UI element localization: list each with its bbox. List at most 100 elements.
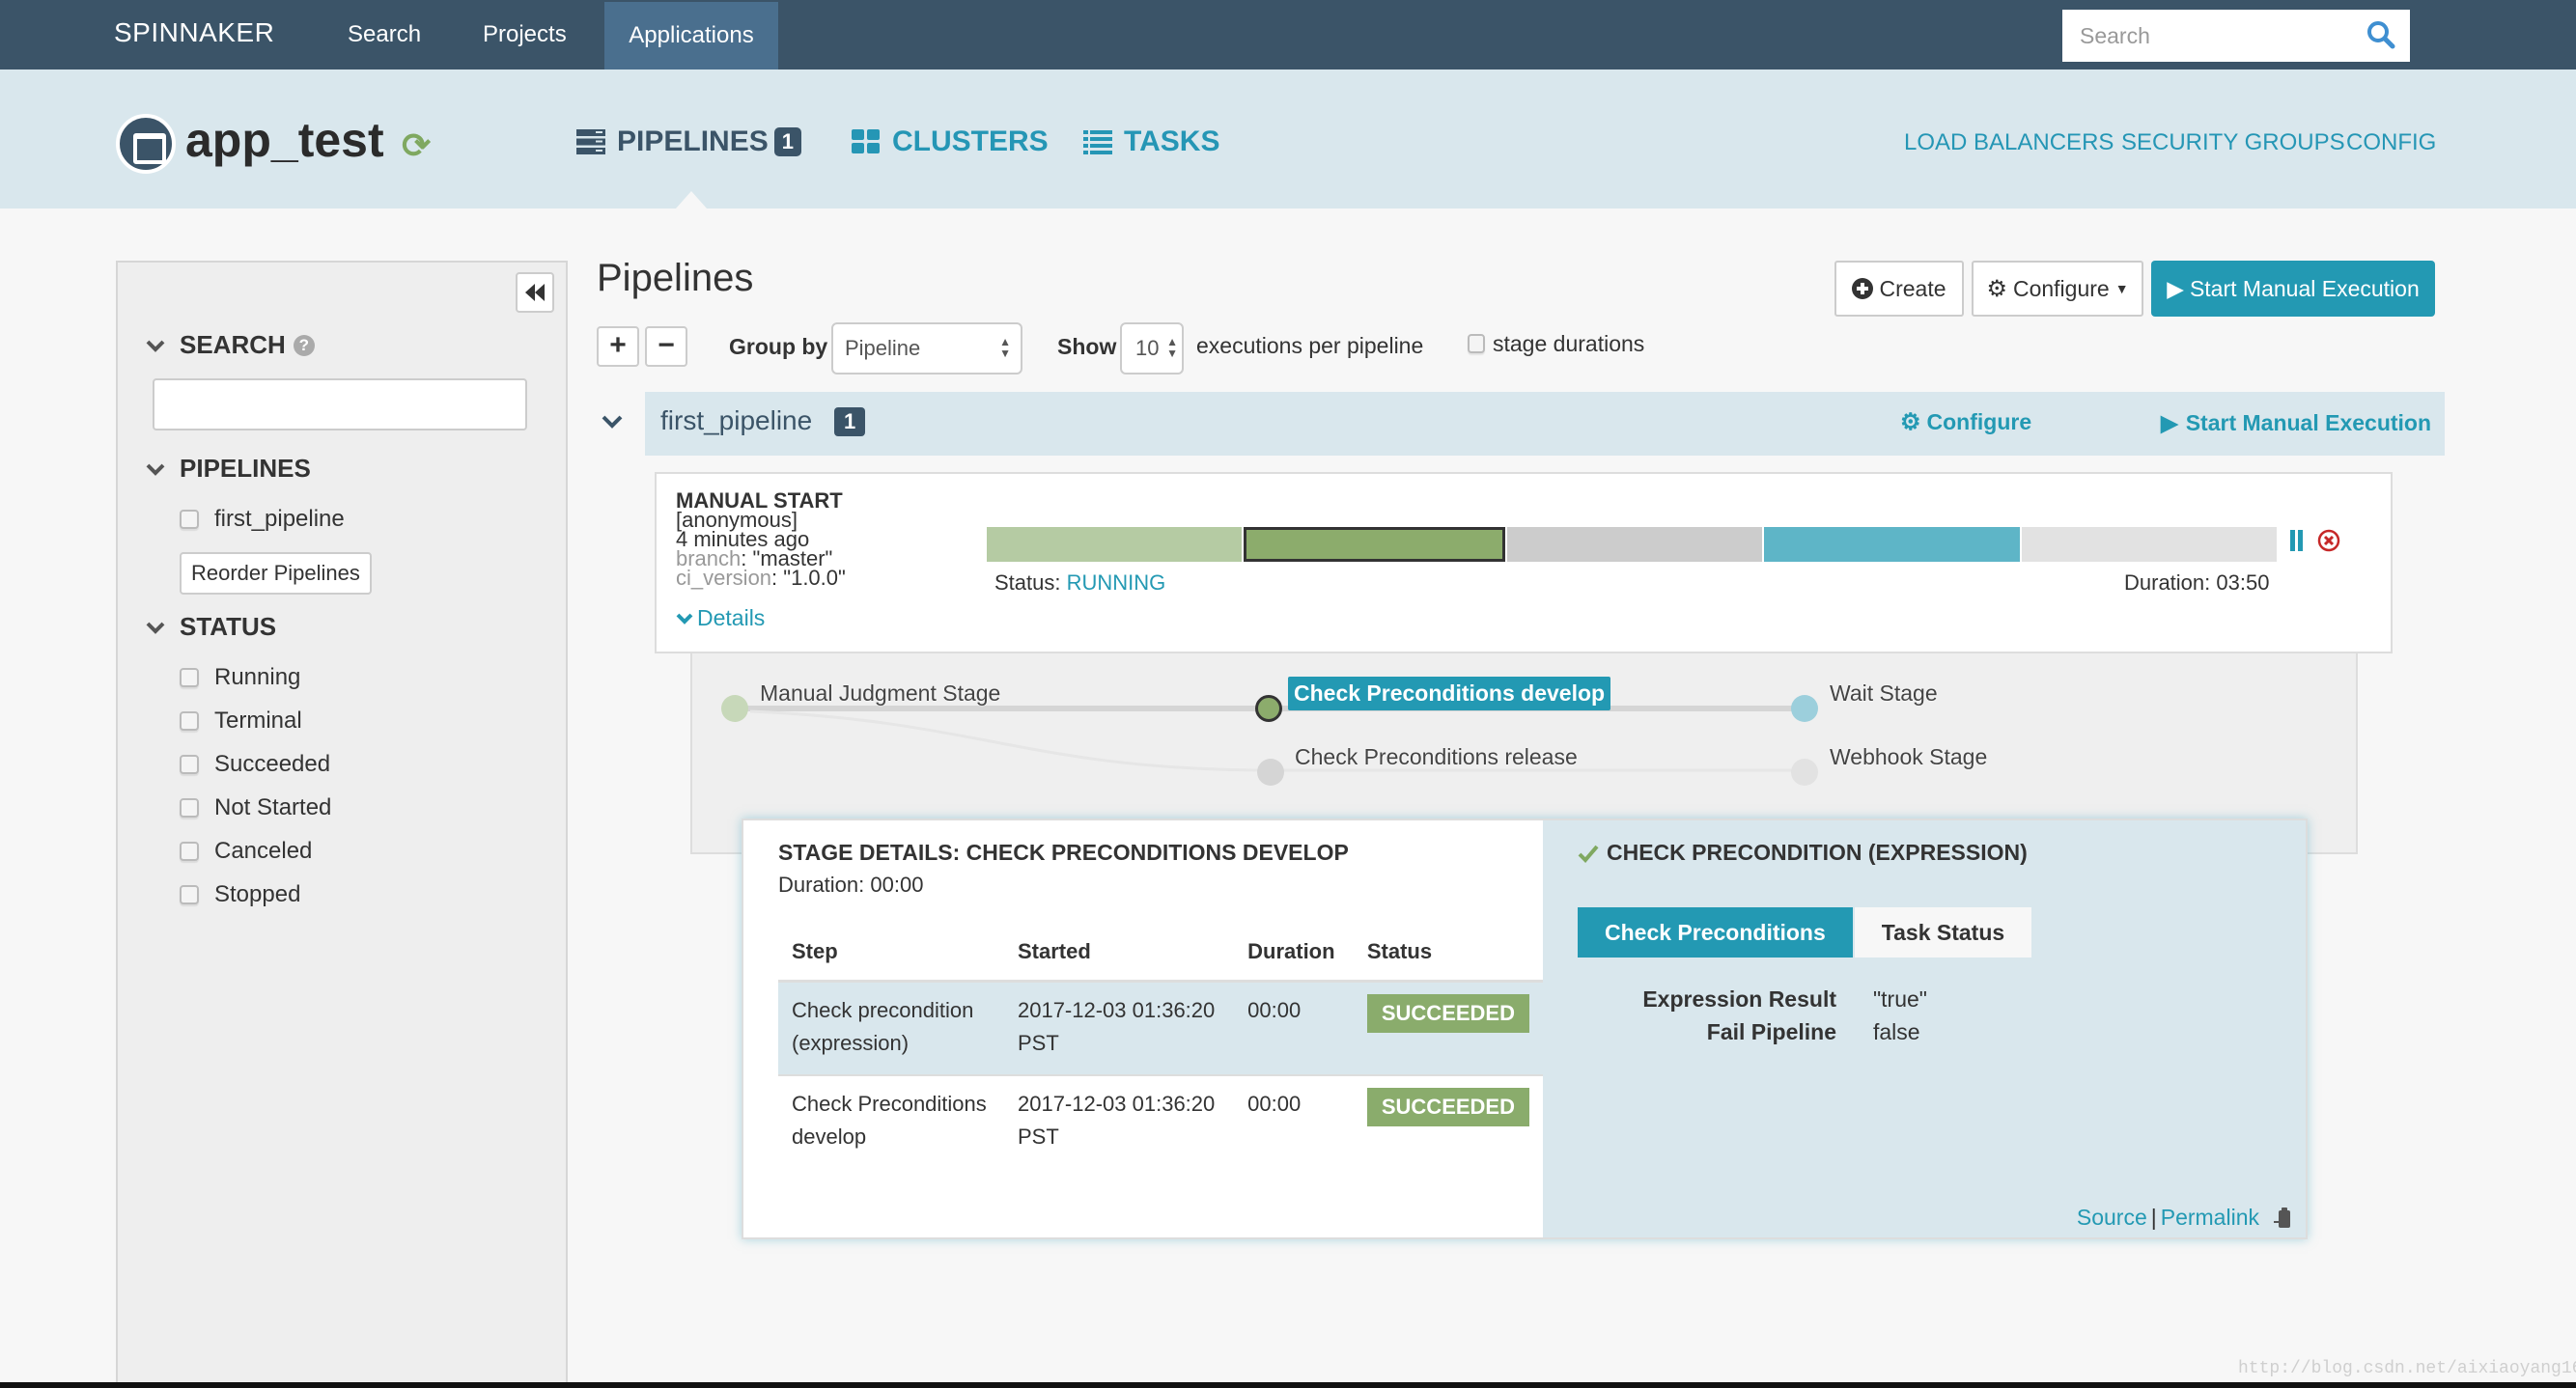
status-heading: STATUS [180,612,277,641]
link-security-groups[interactable]: SECURITY GROUPS [2121,129,2345,156]
stage-segment[interactable] [987,527,1243,562]
graph-node[interactable] [1791,759,1818,786]
tab-check-preconditions[interactable]: Check Preconditions [1578,907,1853,958]
stage-segment[interactable] [1244,527,1505,562]
param-key: ci_version [676,566,772,590]
tab-clusters[interactable]: CLUSTERS [852,125,1049,158]
stage-details-duration: Duration: 00:00 [778,873,924,897]
create-pipeline-button[interactable]: Create [1834,261,1964,317]
status-section-header[interactable]: STATUS [145,612,276,642]
nav-link-projects[interactable]: Projects [458,0,592,69]
execution-card: MANUAL START [anonymous] 4 minutes ago b… [655,472,2393,653]
step-started: 2017-12-03 01:36:20 PST [1003,981,1235,1076]
checkbox[interactable] [180,668,199,687]
graph-node-label[interactable]: Webhook Stage [1830,744,1987,770]
execution-status: Status: RUNNING [994,570,1165,596]
checkbox[interactable] [180,842,199,861]
execution-details-toggle[interactable]: Details [676,605,765,631]
nav-link-applications[interactable]: Applications [604,2,778,69]
tab-tasks[interactable]: TASKS [1083,125,1219,158]
pipeline-configure-link[interactable]: ⚙ Configure [1900,408,2031,436]
tab-task-status[interactable]: Task Status [1854,907,2032,958]
cancel-circle-icon[interactable] [2317,529,2340,552]
details-links: Source | Permalink [2077,1205,2294,1231]
search-icon[interactable] [2366,19,2396,50]
link-separator: | [2150,1205,2157,1230]
source-link[interactable]: Source [2077,1205,2147,1231]
double-chevron-left-icon [525,284,545,301]
param-value: : "1.0.0" [771,566,846,590]
pipeline-name[interactable]: first_pipeline [660,405,812,436]
status-filter-stopped[interactable]: Stopped [180,881,300,908]
status-filter-succeeded[interactable]: Succeeded [180,751,330,778]
chevron-down-icon [146,463,165,476]
checkbox[interactable] [180,755,199,774]
start-manual-execution-button[interactable]: ▶ Start Manual Execution [2151,261,2435,317]
reorder-pipelines-button[interactable]: Reorder Pipelines [180,552,372,595]
expand-all-button[interactable]: + [597,326,639,367]
status-filter-running[interactable]: Running [180,664,300,691]
status-filter-label: Succeeded [214,751,331,777]
graph-node-label-active[interactable]: Check Preconditions develop [1288,677,1611,710]
select-spinner-icon: ▲ ▼ [1166,335,1178,360]
stage-segment[interactable] [1764,527,2020,562]
checkbox[interactable] [180,798,199,818]
collapse-all-button[interactable]: − [645,326,687,367]
pipeline-filter-first-pipeline[interactable]: first_pipeline [180,506,345,533]
status-filter-terminal[interactable]: Terminal [180,708,302,735]
stage-segment[interactable] [1506,527,1763,562]
checkbox[interactable] [180,885,199,904]
tab-pipelines[interactable]: PIPELINES 1 [576,125,801,158]
table-row[interactable]: Check precondition (expression) 2017-12-… [778,981,1543,1076]
gear-icon: ⚙ [1900,409,1921,435]
checkbox[interactable] [180,711,199,731]
graph-node[interactable] [1257,759,1284,786]
stage-segment[interactable] [2021,527,2278,562]
graph-node[interactable] [1791,695,1818,722]
page-title: Pipelines [597,257,754,299]
step-name: Check precondition (expression) [778,981,1004,1076]
collapse-sidebar-button[interactable] [516,272,554,313]
permalink-link[interactable]: Permalink [2161,1205,2259,1231]
chevron-down-icon [146,340,165,352]
status-filter-label: Stopped [214,881,301,907]
status-filter-canceled[interactable]: Canceled [180,838,312,865]
chevron-down-icon[interactable] [601,411,624,432]
checkbox[interactable] [180,510,199,529]
stage-durations-label: stage durations [1493,331,1645,356]
pipelines-section-header[interactable]: PIPELINES [145,454,311,484]
pause-icon[interactable] [2290,530,2304,551]
executions-count-select[interactable]: 10 ▲ ▼ [1120,322,1184,375]
pipeline-start-manual-execution-link[interactable]: ▶ Start Manual Execution [2161,410,2431,436]
configure-dropdown-button[interactable]: ⚙ Configure ▼ [1972,261,2143,317]
graph-node-label[interactable]: Manual Judgment Stage [760,680,1000,707]
nav-link-search[interactable]: Search [322,0,446,69]
table-row[interactable]: Check Preconditions develop 2017-12-03 0… [778,1075,1543,1170]
clusters-icon [852,129,880,153]
clipboard-icon[interactable] [2273,1207,2294,1230]
configure-label: Configure [2012,275,2110,301]
group-by-select[interactable]: Pipeline ▲ ▼ [831,322,1022,375]
graph-node-label[interactable]: Wait Stage [1830,680,1938,707]
refresh-icon[interactable]: ⟳ [402,125,431,166]
step-details: CHECK PRECONDITION (EXPRESSION) Check Pr… [1543,820,2306,1237]
column-header: Status [1353,925,1543,983]
application-name: app_test [185,113,384,167]
stage-details-title: STAGE DETAILS: CHECK PRECONDITIONS DEVEL… [778,840,1349,865]
search-section-header[interactable]: SEARCH ? [145,330,315,360]
graph-node-label[interactable]: Check Preconditions release [1295,744,1578,770]
application-icon [116,114,176,174]
filter-search-input[interactable] [153,378,527,430]
stage-details-panel: STAGE DETAILS: CHECK PRECONDITIONS DEVEL… [742,819,2308,1239]
stage-durations-checkbox[interactable] [1468,334,1485,353]
link-config[interactable]: CONFIG [2346,129,2436,156]
graph-node-active[interactable] [1255,695,1282,722]
global-search-input[interactable] [2062,10,2352,62]
brand-logo[interactable]: SPINNAKER [114,17,274,48]
executions-count-value: 10 [1135,336,1160,360]
status-filter-not-started[interactable]: Not Started [180,794,331,821]
pipeline-configure-label: Configure [1926,409,2032,434]
link-load-balancers[interactable]: LOAD BALANCERS [1904,129,2114,156]
help-icon[interactable]: ? [293,334,315,356]
graph-node[interactable] [721,695,748,722]
